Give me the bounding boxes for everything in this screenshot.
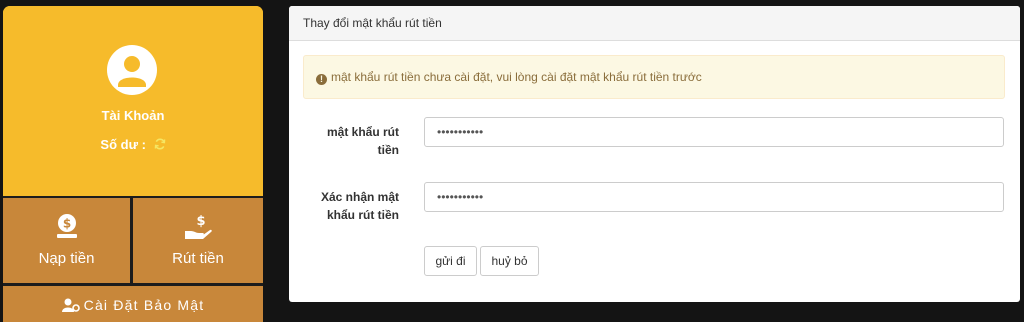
account-card: Tài Khoản Số dư : $ Nạp tiền $ Rút tiền … — [3, 6, 263, 322]
refresh-icon[interactable] — [154, 138, 166, 153]
withdraw-password-panel: Thay đổi mật khẩu rút tiền ! mật khẩu rút… — [289, 6, 1020, 302]
alert-text: mật khẩu rút tiền chưa cài đặt, vui lòng… — [331, 70, 702, 84]
deposit-button[interactable]: $ Nạp tiền — [3, 198, 130, 283]
password-label-line2: tiền — [377, 143, 399, 157]
hand-money-icon: $ — [183, 213, 213, 246]
user-gear-icon — [61, 298, 80, 312]
money-bag-icon: $ — [55, 213, 79, 244]
withdraw-label: Rút tiền — [172, 250, 224, 267]
withdraw-button[interactable]: $ Rút tiền — [133, 198, 263, 283]
submit-button[interactable]: gửi đi — [424, 246, 477, 276]
confirm-label-line2: khẩu rút tiền — [326, 208, 399, 222]
account-name-label: Tài Khoản — [101, 108, 165, 123]
confirm-password-label: Xác nhận mật khẩu rút tiền — [289, 188, 399, 224]
warning-alert: ! mật khẩu rút tiền chưa cài đặt, vui lòn… — [303, 55, 1005, 99]
password-label-line1: mật khẩu rút — [326, 125, 399, 139]
info-circle-icon: ! — [316, 74, 327, 85]
confirm-password-input[interactable] — [424, 182, 1004, 212]
security-settings-button[interactable]: Cài Đặt Bảo Mật — [3, 286, 263, 322]
password-input[interactable] — [424, 117, 1004, 147]
confirm-label-line1: Xác nhận mật — [320, 190, 399, 204]
balance-row: Số dư : — [3, 137, 263, 153]
deposit-label: Nạp tiền — [38, 250, 95, 267]
account-profile: Tài Khoản Số dư : — [3, 6, 263, 196]
security-settings-row: Cài Đặt Bảo Mật — [3, 297, 263, 313]
cancel-button[interactable]: huỷ bỏ — [480, 246, 539, 276]
password-label: mật khẩu rút tiền — [289, 123, 399, 159]
panel-title: Thay đổi mật khẩu rút tiền — [289, 6, 1020, 41]
balance-label: Số dư : — [100, 137, 146, 152]
account-actions: $ Nạp tiền $ Rút tiền Cài Đặt Bảo Mật — [3, 196, 263, 322]
svg-text:$: $ — [62, 217, 70, 231]
svg-text:$: $ — [196, 214, 205, 229]
security-settings-label: Cài Đặt Bảo Mật — [83, 297, 205, 313]
avatar-user-icon — [107, 45, 157, 95]
